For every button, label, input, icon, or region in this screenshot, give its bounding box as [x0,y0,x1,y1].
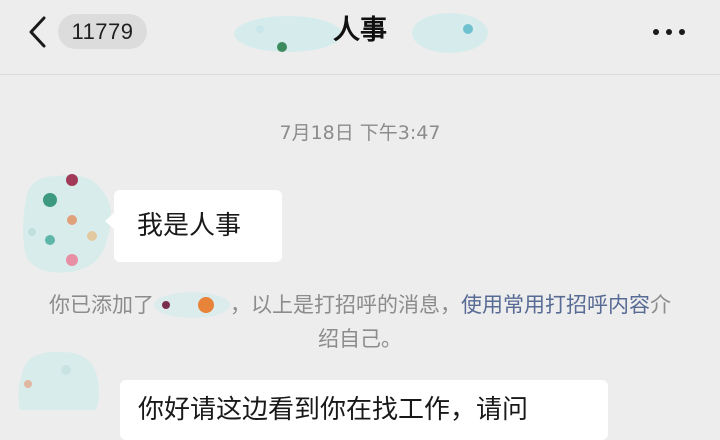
system-notice-middle: ，以上是打招呼的消息， [230,293,461,317]
message-timestamp: 7月18日 下午3:47 [279,122,441,144]
message-bubble[interactable]: 你好请这边看到你在找工作，请问 [120,380,608,440]
system-notice-prefix: 你已添加了 [49,293,154,317]
system-notice: 你已添加了 ，以上是打招呼的消息，使用常用打招呼内容介绍自己。 [40,288,680,356]
message-bubble[interactable]: 我是人事 [105,190,282,262]
redacted-title-right [412,13,488,53]
bubble-tail [105,212,115,230]
chat-header: 11779 人事 [0,0,720,75]
avatar[interactable] [16,350,100,410]
chat-title: 人事 [333,15,387,46]
redacted-contact-name [154,292,230,318]
message-text: 你好请这边看到你在找工作，请问 [138,395,529,425]
greeting-template-link[interactable]: 使用常用打招呼内容 [461,293,650,317]
message-text: 我是人事 [137,211,242,241]
more-icon[interactable] [652,23,686,41]
avatar[interactable] [18,172,114,276]
